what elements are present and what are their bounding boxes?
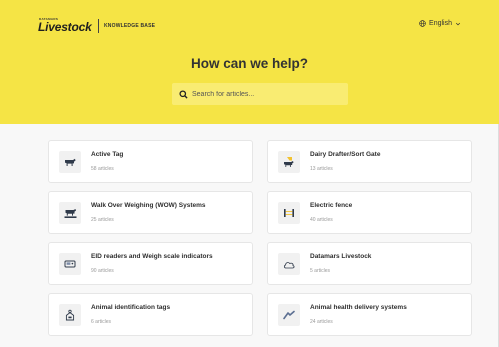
brand-divider <box>98 19 99 33</box>
language-selector[interactable]: English <box>419 20 461 27</box>
category-card-dairy-drafter[interactable]: Dairy Drafter/Sort Gate 13 articles <box>267 140 472 183</box>
category-card-wow-systems[interactable]: Walk Over Weighing (WOW) Systems 25 arti… <box>48 191 253 234</box>
category-article-count: 5 articles <box>310 268 331 274</box>
chevron-down-icon <box>455 22 461 25</box>
category-card-datamars-livestock[interactable]: Datamars Livestock 5 articles <box>267 242 472 285</box>
category-title: Walk Over Weighing (WOW) Systems <box>91 202 206 209</box>
category-card-animal-id-tags[interactable]: Animal identification tags 6 articles <box>48 293 253 336</box>
category-article-count: 58 articles <box>91 166 114 172</box>
category-title: Active Tag <box>91 151 124 158</box>
hero-banner: DATAMARS Livestock KNOWLEDGE BASE Englis… <box>0 0 499 124</box>
reader-device-icon <box>64 260 76 268</box>
category-icon-box <box>59 151 81 173</box>
cattle-weighing-icon <box>64 208 76 218</box>
fence-icon <box>284 209 294 217</box>
category-article-count: 13 articles <box>310 166 333 172</box>
brand-name: Livestock <box>38 20 92 34</box>
category-title: Datamars Livestock <box>310 253 372 260</box>
category-icon-box <box>278 151 300 173</box>
category-article-count: 24 articles <box>310 319 333 325</box>
category-title: Animal identification tags <box>91 304 171 311</box>
category-card-animal-health[interactable]: Animal health delivery systems 24 articl… <box>267 293 472 336</box>
cloud-icon <box>283 261 295 268</box>
search-icon <box>179 89 188 99</box>
category-card-active-tag[interactable]: Active Tag 58 articles <box>48 140 253 183</box>
category-icon-box <box>278 304 300 326</box>
category-icon-box <box>59 202 81 224</box>
category-card-electric-fence[interactable]: Electric fence 40 articles <box>267 191 472 234</box>
category-article-count: 90 articles <box>91 268 114 274</box>
knowledge-base-label: KNOWLEDGE BASE <box>104 23 156 29</box>
category-title: Animal health delivery systems <box>310 304 407 311</box>
category-card-eid-readers[interactable]: EID readers and Weigh scale indicators 9… <box>48 242 253 285</box>
globe-icon <box>419 20 426 27</box>
category-title: Dairy Drafter/Sort Gate <box>310 151 381 158</box>
category-article-count: 40 articles <box>310 217 333 223</box>
category-icon-box <box>59 304 81 326</box>
page-title: How can we help? <box>190 56 309 71</box>
cow-gate-icon <box>284 157 294 167</box>
category-title: Electric fence <box>310 202 353 209</box>
ear-tag-icon <box>65 309 75 321</box>
search-bar[interactable] <box>172 83 348 105</box>
applicator-icon <box>283 310 295 320</box>
category-icon-box <box>278 202 300 224</box>
category-article-count: 25 articles <box>91 217 114 223</box>
category-title: EID readers and Weigh scale indicators <box>91 253 213 260</box>
category-icon-box <box>59 253 81 275</box>
language-label: English <box>429 20 452 27</box>
category-article-count: 6 articles <box>91 319 112 325</box>
search-input[interactable] <box>192 90 342 98</box>
cow-icon <box>65 158 76 166</box>
category-icon-box <box>278 253 300 275</box>
